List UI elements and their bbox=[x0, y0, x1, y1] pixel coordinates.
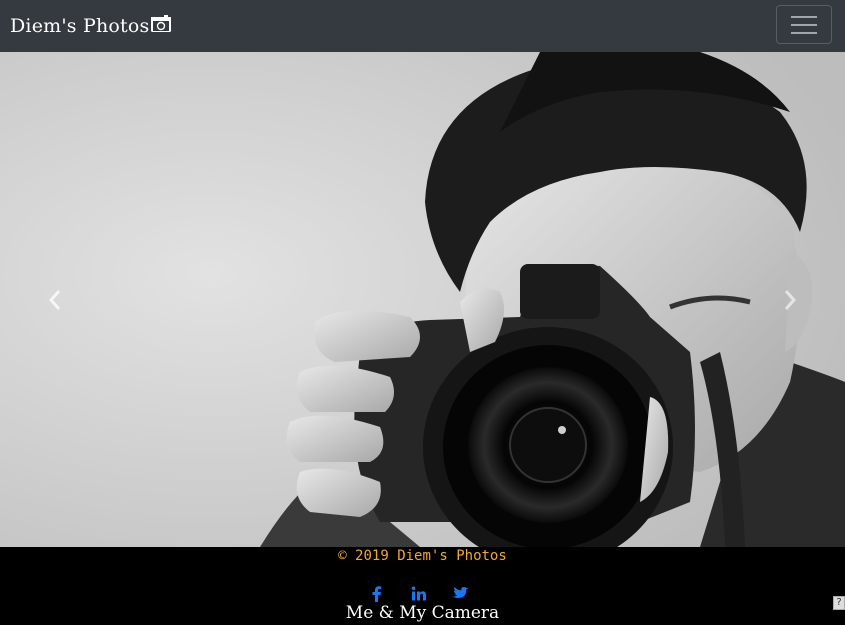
twitter-icon[interactable] bbox=[452, 585, 470, 603]
social-links bbox=[368, 585, 470, 603]
carousel-next-button[interactable] bbox=[735, 52, 845, 547]
brand-name: Diem's Photos bbox=[10, 15, 150, 37]
chevron-right-icon bbox=[784, 289, 797, 310]
copyright-text: © 2019 Diem's Photos bbox=[338, 548, 507, 564]
camera-icon bbox=[150, 14, 172, 39]
navbar: Diem's Photos bbox=[0, 0, 845, 52]
brand-link[interactable]: Diem's Photos bbox=[10, 14, 172, 39]
carousel-prev-button[interactable] bbox=[0, 52, 110, 547]
hamburger-icon bbox=[791, 15, 817, 18]
linkedin-icon[interactable] bbox=[410, 585, 428, 603]
photographer-photo bbox=[0, 52, 845, 547]
chevron-left-icon bbox=[48, 289, 61, 310]
facebook-icon[interactable] bbox=[368, 585, 386, 603]
navbar-toggler-button[interactable] bbox=[776, 5, 832, 44]
footer-tagline: Me & My Camera bbox=[345, 603, 500, 623]
hero-carousel bbox=[0, 52, 845, 547]
footer: © 2019 Diem's Photos Me & My Camera bbox=[0, 547, 845, 625]
help-badge[interactable]: ? bbox=[833, 596, 845, 610]
